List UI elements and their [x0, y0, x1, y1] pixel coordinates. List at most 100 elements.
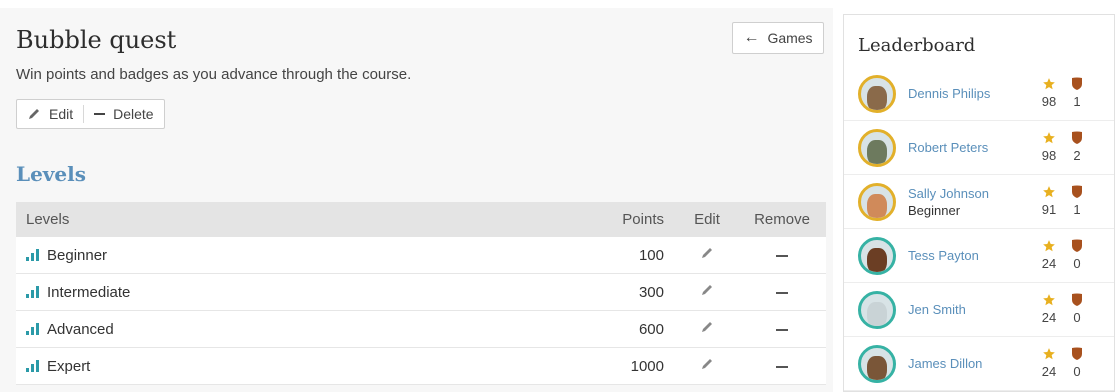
leaderboard-user-link[interactable]: Robert Peters [908, 140, 1028, 155]
level-name-cell[interactable]: Beginner [16, 247, 576, 264]
level-name-cell[interactable]: Intermediate [16, 284, 576, 301]
badge-icon [1068, 185, 1086, 199]
col-header-points: Points [622, 211, 664, 228]
avatar [858, 290, 896, 329]
level-bars-icon [26, 360, 39, 372]
level-name: Expert [47, 357, 91, 375]
points-value: 24 [1041, 256, 1057, 271]
main-panel: Bubble quest Win points and badges as yo… [0, 8, 833, 392]
leaderboard-row: Tess Payton 24 0 [844, 229, 1114, 283]
levels-table: Levels Points Edit Remove Beginner 100 Int… [16, 202, 826, 385]
level-bars-icon [26, 249, 39, 261]
leaderboard-name-wrap: Robert Peters [908, 140, 1028, 155]
minus-icon [94, 113, 106, 115]
remove-level-button[interactable] [738, 358, 826, 375]
level-name: Beginner [47, 246, 108, 264]
remove-level-button[interactable] [738, 247, 826, 264]
badge-icon [1068, 347, 1086, 361]
leaderboard-stats: 98 1 [1040, 76, 1106, 109]
edit-button[interactable]: Edit [17, 100, 83, 128]
stat-values: 24 0 [1040, 256, 1106, 271]
stat-icons [1040, 238, 1106, 254]
pencil-icon [702, 285, 712, 295]
leaderboard-user-link[interactable]: Jen Smith [908, 302, 1028, 317]
stat-values: 98 1 [1040, 94, 1106, 109]
avatar-face [867, 247, 887, 272]
badge-icon [1068, 77, 1086, 91]
edit-level-button[interactable] [676, 357, 738, 375]
games-button-label: Games [767, 30, 813, 46]
star-icon [1040, 239, 1058, 253]
leaderboard-name-wrap: Jen Smith [908, 302, 1028, 317]
stat-icons [1040, 184, 1106, 200]
level-name: Intermediate [47, 283, 131, 301]
leaderboard-row: Dennis Philips 98 1 [844, 67, 1114, 121]
table-row: Beginner 100 [16, 237, 826, 274]
points-value: 98 [1041, 94, 1057, 109]
leaderboard-stats: 24 0 [1040, 346, 1106, 379]
leaderboard-stats: 24 0 [1040, 292, 1106, 325]
pencil-icon [702, 359, 712, 369]
pencil-icon [702, 322, 712, 332]
points-value: 98 [1041, 148, 1057, 163]
level-bars-icon [26, 323, 39, 335]
page-title: Bubble quest [16, 26, 177, 54]
leaderboard-name-wrap: James Dillon [908, 356, 1028, 371]
minus-icon [776, 328, 788, 331]
stat-icons [1040, 346, 1106, 362]
level-name-cell[interactable]: Advanced [16, 321, 576, 338]
remove-level-button[interactable] [738, 321, 826, 338]
table-row: Intermediate 300 [16, 274, 826, 311]
star-icon [1040, 185, 1058, 199]
leaderboard-level: Beginner [908, 202, 961, 218]
page-subtitle: Win points and badges as you advance thr… [16, 66, 412, 83]
badges-value: 0 [1073, 364, 1081, 379]
level-points: 600 [638, 320, 664, 338]
leaderboard-row: James Dillon 24 0 [844, 337, 1114, 391]
points-value: 24 [1041, 310, 1057, 325]
delete-button-label: Delete [113, 106, 154, 122]
minus-icon [776, 365, 788, 368]
badges-value: 1 [1073, 202, 1081, 217]
edit-level-button[interactable] [676, 283, 738, 301]
col-header-remove: Remove [754, 211, 810, 228]
points-value: 91 [1041, 202, 1057, 217]
star-icon [1040, 293, 1058, 307]
delete-button[interactable]: Delete [84, 100, 163, 128]
leaderboard-user-link[interactable]: Tess Payton [908, 248, 1028, 263]
star-icon [1040, 77, 1058, 91]
stat-values: 24 0 [1040, 364, 1106, 379]
avatar-face [867, 193, 887, 218]
leaderboard-stats: 24 0 [1040, 238, 1106, 271]
leaderboard-panel: Leaderboard Dennis Philips 98 1 Robert Pete… [843, 14, 1115, 392]
leaderboard-stats: 91 1 [1040, 184, 1106, 217]
leaderboard-row: Jen Smith 24 0 [844, 283, 1114, 337]
points-value: 24 [1041, 364, 1057, 379]
star-icon [1040, 347, 1058, 361]
leaderboard-user-link[interactable]: Sally Johnson [908, 186, 1028, 201]
leaderboard-user-link[interactable]: Dennis Philips [908, 86, 1028, 101]
level-points: 1000 [630, 357, 664, 375]
badges-value: 0 [1073, 310, 1081, 325]
level-name-cell[interactable]: Expert [16, 358, 576, 375]
stat-values: 98 2 [1040, 148, 1106, 163]
levels-heading: Levels [16, 162, 86, 186]
level-points: 100 [638, 246, 664, 264]
minus-icon [776, 254, 788, 257]
back-to-games-button[interactable]: ← Games [732, 22, 824, 54]
edit-level-button[interactable] [676, 320, 738, 338]
badges-value: 0 [1073, 256, 1081, 271]
col-header-edit: Edit [694, 211, 720, 228]
leaderboard-row: Sally Johnson Beginner 91 1 [844, 175, 1114, 229]
avatar-face [867, 139, 887, 164]
avatar [858, 74, 896, 113]
badge-icon [1068, 131, 1086, 145]
avatar-face [867, 301, 887, 326]
leaderboard-name-wrap: Dennis Philips [908, 86, 1028, 101]
edit-level-button[interactable] [676, 246, 738, 264]
table-row: Expert 1000 [16, 348, 826, 385]
leaderboard-user-link[interactable]: James Dillon [908, 356, 1028, 371]
avatar-face [867, 355, 887, 380]
stat-icons [1040, 130, 1106, 146]
remove-level-button[interactable] [738, 284, 826, 301]
